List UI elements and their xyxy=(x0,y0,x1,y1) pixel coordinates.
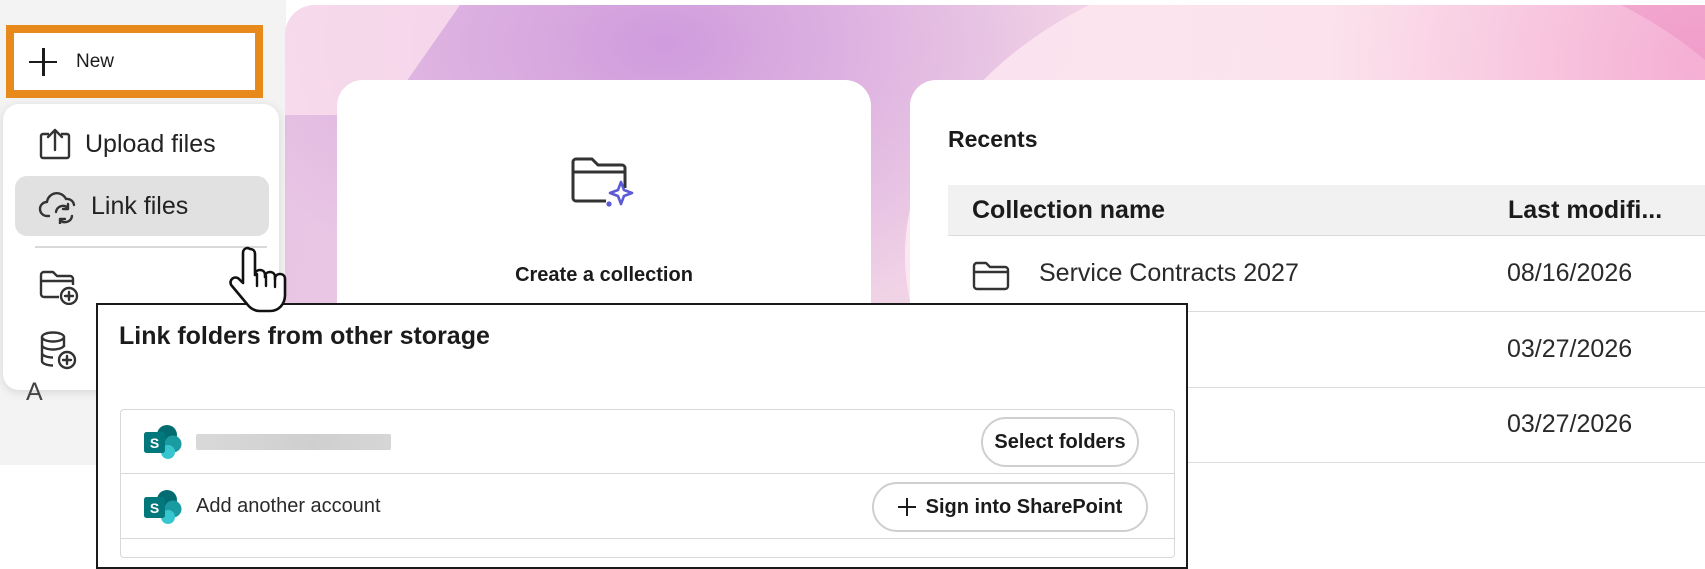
select-folders-label: Select folders xyxy=(994,430,1126,453)
sign-into-sharepoint-label: Sign into SharePoint xyxy=(925,495,1123,518)
new-button[interactable]: New xyxy=(6,25,263,98)
menu-item-label: Link files xyxy=(91,191,189,220)
create-collection-title: Create a collection xyxy=(515,264,693,286)
svg-text:S: S xyxy=(150,500,159,516)
svg-text:S: S xyxy=(150,435,159,451)
folder-add-icon[interactable] xyxy=(39,269,79,305)
menu-item-label: Upload files xyxy=(85,129,216,158)
column-collection-name[interactable]: Collection name xyxy=(972,196,1165,225)
popup-title: Link folders from other storage xyxy=(119,322,490,350)
plus-icon xyxy=(897,498,916,516)
list-item: S Add another account Sign into SharePoi… xyxy=(121,475,1174,539)
menu-item-link-files[interactable]: Link files xyxy=(15,176,269,236)
last-modified-date: 03/27/2026 xyxy=(1507,335,1633,363)
column-last-modified[interactable]: Last modifi... xyxy=(1508,196,1662,225)
folder-sparkle-icon xyxy=(571,157,634,207)
app-window: Create a collection Recents Collection n… xyxy=(0,0,1705,569)
select-folders-button[interactable]: Select folders xyxy=(981,417,1139,467)
link-folders-popup: Link folders from other storage S Select… xyxy=(96,303,1188,569)
hand-pointer-cursor-icon xyxy=(229,246,287,313)
recents-table-header: Collection name Last modifi... xyxy=(948,185,1705,236)
plus-icon xyxy=(28,47,58,77)
database-add-icon[interactable] xyxy=(39,330,79,370)
last-modified-date: 08/16/2026 xyxy=(1507,259,1633,287)
recents-title: Recents xyxy=(948,126,1038,152)
folder-icon xyxy=(972,261,1010,291)
list-item: S Select folders xyxy=(121,410,1174,474)
sharepoint-icon: S xyxy=(144,425,182,459)
redacted-account-name xyxy=(196,434,391,450)
new-button-label: New xyxy=(76,50,115,72)
account-list: S Select folders S Add another account S… xyxy=(120,409,1175,558)
upload-icon xyxy=(39,128,71,160)
sharepoint-icon: S xyxy=(144,490,182,524)
last-modified-date: 03/27/2026 xyxy=(1507,410,1633,438)
table-row[interactable]: Service Contracts 2027 08/16/2026 xyxy=(948,237,1705,312)
menu-item-upload-files[interactable]: Upload files xyxy=(15,114,269,174)
collection-name: Service Contracts 2027 xyxy=(1039,259,1299,287)
partial-menu-text: A xyxy=(26,378,43,406)
cloud-sync-icon xyxy=(38,192,76,224)
add-account-label: Add another account xyxy=(196,495,381,517)
sign-into-sharepoint-button[interactable]: Sign into SharePoint xyxy=(872,482,1148,532)
